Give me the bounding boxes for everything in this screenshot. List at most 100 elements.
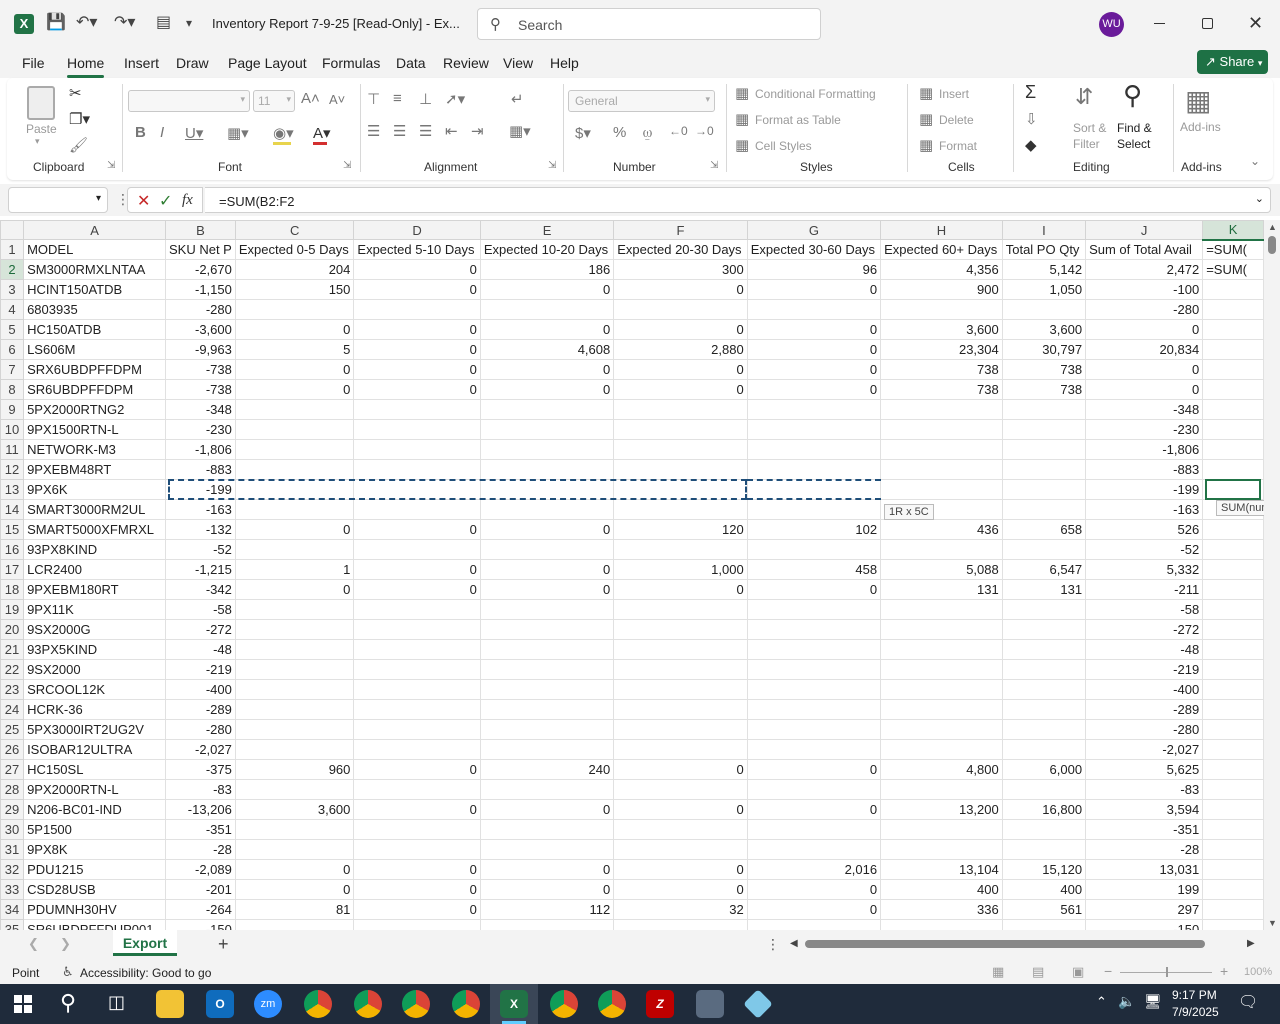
cell-k21[interactable] [1202,639,1264,660]
column-header-a[interactable]: A [23,220,166,240]
cell-g10[interactable] [746,419,882,440]
cell-j10[interactable]: -230 [1085,419,1204,440]
cell-j33[interactable]: 199 [1085,879,1204,900]
cell-g5[interactable]: 0 [746,319,882,340]
filezilla-icon[interactable]: Z [646,990,674,1018]
cell-b7[interactable]: -738 [165,359,236,380]
cell-k8[interactable] [1202,379,1264,400]
cell-k3[interactable] [1202,279,1264,300]
cell-a1[interactable]: MODEL [23,239,166,260]
cell-j34[interactable]: 297 [1085,899,1204,920]
row-header[interactable]: 35 [0,919,25,930]
cell-i27[interactable]: 6,000 [1001,759,1087,780]
column-header-c[interactable]: C [234,220,355,240]
cell-c31[interactable] [234,839,355,860]
cell-f34[interactable]: 32 [613,899,748,920]
row-header[interactable]: 16 [0,539,25,560]
cell-g27[interactable]: 0 [746,759,882,780]
cell-h16[interactable] [880,539,1003,560]
cell-h32[interactable]: 13,104 [880,859,1003,880]
format-painter-icon[interactable]: 🖌 [69,136,88,154]
cell-i3[interactable]: 1,050 [1001,279,1087,300]
cell-e22[interactable] [479,659,615,680]
cell-h24[interactable] [880,699,1003,720]
restore-icon[interactable] [1202,18,1213,29]
conditional-formatting-button[interactable]: Conditional Formatting [755,87,876,101]
zoom-icon[interactable]: zm [254,990,282,1018]
row-header[interactable]: 30 [0,819,25,840]
cell-d14[interactable] [353,499,481,520]
row-header[interactable]: 18 [0,579,25,600]
cell-b29[interactable]: -13,206 [165,799,236,820]
cell-h10[interactable] [880,419,1003,440]
cell-e20[interactable] [479,619,615,640]
cell-b33[interactable]: -201 [165,879,236,900]
cell-f35[interactable] [613,919,748,930]
cell-b3[interactable]: -1,150 [165,279,236,300]
cell-f31[interactable] [613,839,748,860]
tab-home[interactable]: Home [67,55,105,78]
cell-d3[interactable]: 0 [353,279,481,300]
tab-review[interactable]: Review [443,55,489,71]
bold-icon[interactable]: B [135,124,146,141]
cell-e32[interactable]: 0 [479,859,615,880]
cell-e33[interactable]: 0 [479,879,615,900]
cell-i11[interactable] [1001,439,1087,460]
vertical-scroll-thumb[interactable] [1268,236,1276,254]
cell-e5[interactable]: 0 [479,319,615,340]
cell-b19[interactable]: -58 [165,599,236,620]
cell-j2[interactable]: 2,472 [1085,259,1204,280]
delete-cells-button[interactable]: Delete [939,113,974,127]
cell-c10[interactable] [234,419,355,440]
tab-page-layout[interactable]: Page Layout [228,55,307,71]
cell-d35[interactable] [353,919,481,930]
cell-h7[interactable]: 738 [880,359,1003,380]
close-icon[interactable]: ✕ [1248,13,1263,34]
cell-j29[interactable]: 3,594 [1085,799,1204,820]
cell-h23[interactable] [880,679,1003,700]
tab-view[interactable]: View [503,55,533,71]
row-header[interactable]: 23 [0,679,25,700]
cell-e9[interactable] [479,399,615,420]
cell-c5[interactable]: 0 [234,319,355,340]
cell-i16[interactable] [1001,539,1087,560]
cell-g2[interactable]: 96 [746,259,882,280]
cell-i17[interactable]: 6,547 [1001,559,1087,580]
tab-formulas[interactable]: Formulas [322,55,380,71]
cell-e3[interactable]: 0 [479,279,615,300]
orientation-icon[interactable]: ➚▾ [445,90,465,108]
cell-a35[interactable]: SR6UBDPFFDUP001 [23,919,166,930]
row-header[interactable]: 28 [0,779,25,800]
column-header-j[interactable]: J [1085,220,1204,240]
cell-b27[interactable]: -375 [165,759,236,780]
cell-j25[interactable]: -280 [1085,719,1204,740]
cell-d27[interactable]: 0 [353,759,481,780]
cell-i7[interactable]: 738 [1001,359,1087,380]
cell-b14[interactable]: -163 [165,499,236,520]
cell-e10[interactable] [479,419,615,440]
cell-i15[interactable]: 658 [1001,519,1087,540]
cell-j26[interactable]: -2,027 [1085,739,1204,760]
cell-a2[interactable]: SM3000RMXLNTAA [23,259,166,280]
cell-c9[interactable] [234,399,355,420]
cell-h2[interactable]: 4,356 [880,259,1003,280]
cell-c22[interactable] [234,659,355,680]
cell-f16[interactable] [613,539,748,560]
comma-style-icon[interactable]: ⍹ [643,124,652,141]
cell-i24[interactable] [1001,699,1087,720]
column-header-b[interactable]: B [165,220,236,240]
save-icon[interactable]: 💾 [46,12,66,32]
row-header[interactable]: 34 [0,899,25,920]
cell-g11[interactable] [746,439,882,460]
cell-i18[interactable]: 131 [1001,579,1087,600]
row-header[interactable]: 22 [0,659,25,680]
cell-c20[interactable] [234,619,355,640]
row-header[interactable]: 24 [0,699,25,720]
cell-j6[interactable]: 20,834 [1085,339,1204,360]
cell-e11[interactable] [479,439,615,460]
cell-k16[interactable] [1202,539,1264,560]
cell-a14[interactable]: SMART3000RM2UL [23,499,166,520]
cell-a32[interactable]: PDU1215 [23,859,166,880]
cell-c28[interactable] [234,779,355,800]
cell-f15[interactable]: 120 [613,519,748,540]
